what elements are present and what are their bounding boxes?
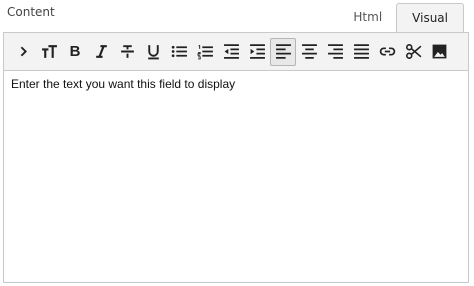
justify-icon: [353, 44, 369, 59]
rich-text-editor: B Enter the text you want this field to …: [3, 32, 469, 283]
editor-content-area[interactable]: Enter the text you want this field to di…: [4, 71, 468, 97]
indent-button[interactable]: [244, 38, 270, 66]
bulleted-list-button[interactable]: [166, 38, 192, 66]
expand-toolbar-button[interactable]: [10, 38, 36, 66]
image-icon: [432, 44, 446, 59]
tab-html[interactable]: Html: [339, 3, 396, 31]
strikethrough-button[interactable]: [114, 38, 140, 66]
numbered-list-button[interactable]: [192, 38, 218, 66]
editor-text: Enter the text you want this field to di…: [11, 77, 236, 91]
strikethrough-icon: [120, 45, 134, 58]
align-left-button[interactable]: [270, 37, 296, 66]
align-right-button[interactable]: [322, 38, 348, 66]
align-right-icon: [327, 44, 343, 59]
indent-icon: [249, 44, 265, 59]
tab-visual[interactable]: Visual: [396, 3, 464, 32]
bulleted-list-icon: [171, 45, 187, 58]
editor-toolbar: B: [4, 33, 468, 71]
cut-icon: [405, 44, 421, 59]
underline-icon: [147, 45, 159, 60]
chevron-right-icon: [20, 46, 27, 57]
align-left-icon: [275, 44, 291, 59]
bold-button[interactable]: B: [62, 38, 88, 66]
numbered-list-icon: [197, 45, 213, 60]
link-icon: [379, 47, 395, 56]
italic-button[interactable]: [88, 38, 114, 66]
insert-image-button[interactable]: [426, 38, 452, 66]
align-center-button[interactable]: [296, 38, 322, 66]
cut-button[interactable]: [400, 38, 426, 66]
outdent-button[interactable]: [218, 38, 244, 66]
justify-button[interactable]: [348, 38, 374, 66]
bold-icon: B: [69, 43, 81, 60]
italic-icon: [95, 45, 107, 58]
underline-button[interactable]: [140, 38, 166, 66]
outdent-icon: [223, 44, 239, 59]
insert-link-button[interactable]: [374, 38, 400, 66]
text-size-icon: [41, 45, 57, 58]
content-field-label: Content: [7, 5, 55, 19]
editor-mode-tabs: Html Visual: [339, 3, 464, 33]
text-size-button[interactable]: [36, 38, 62, 66]
align-center-icon: [301, 44, 317, 59]
